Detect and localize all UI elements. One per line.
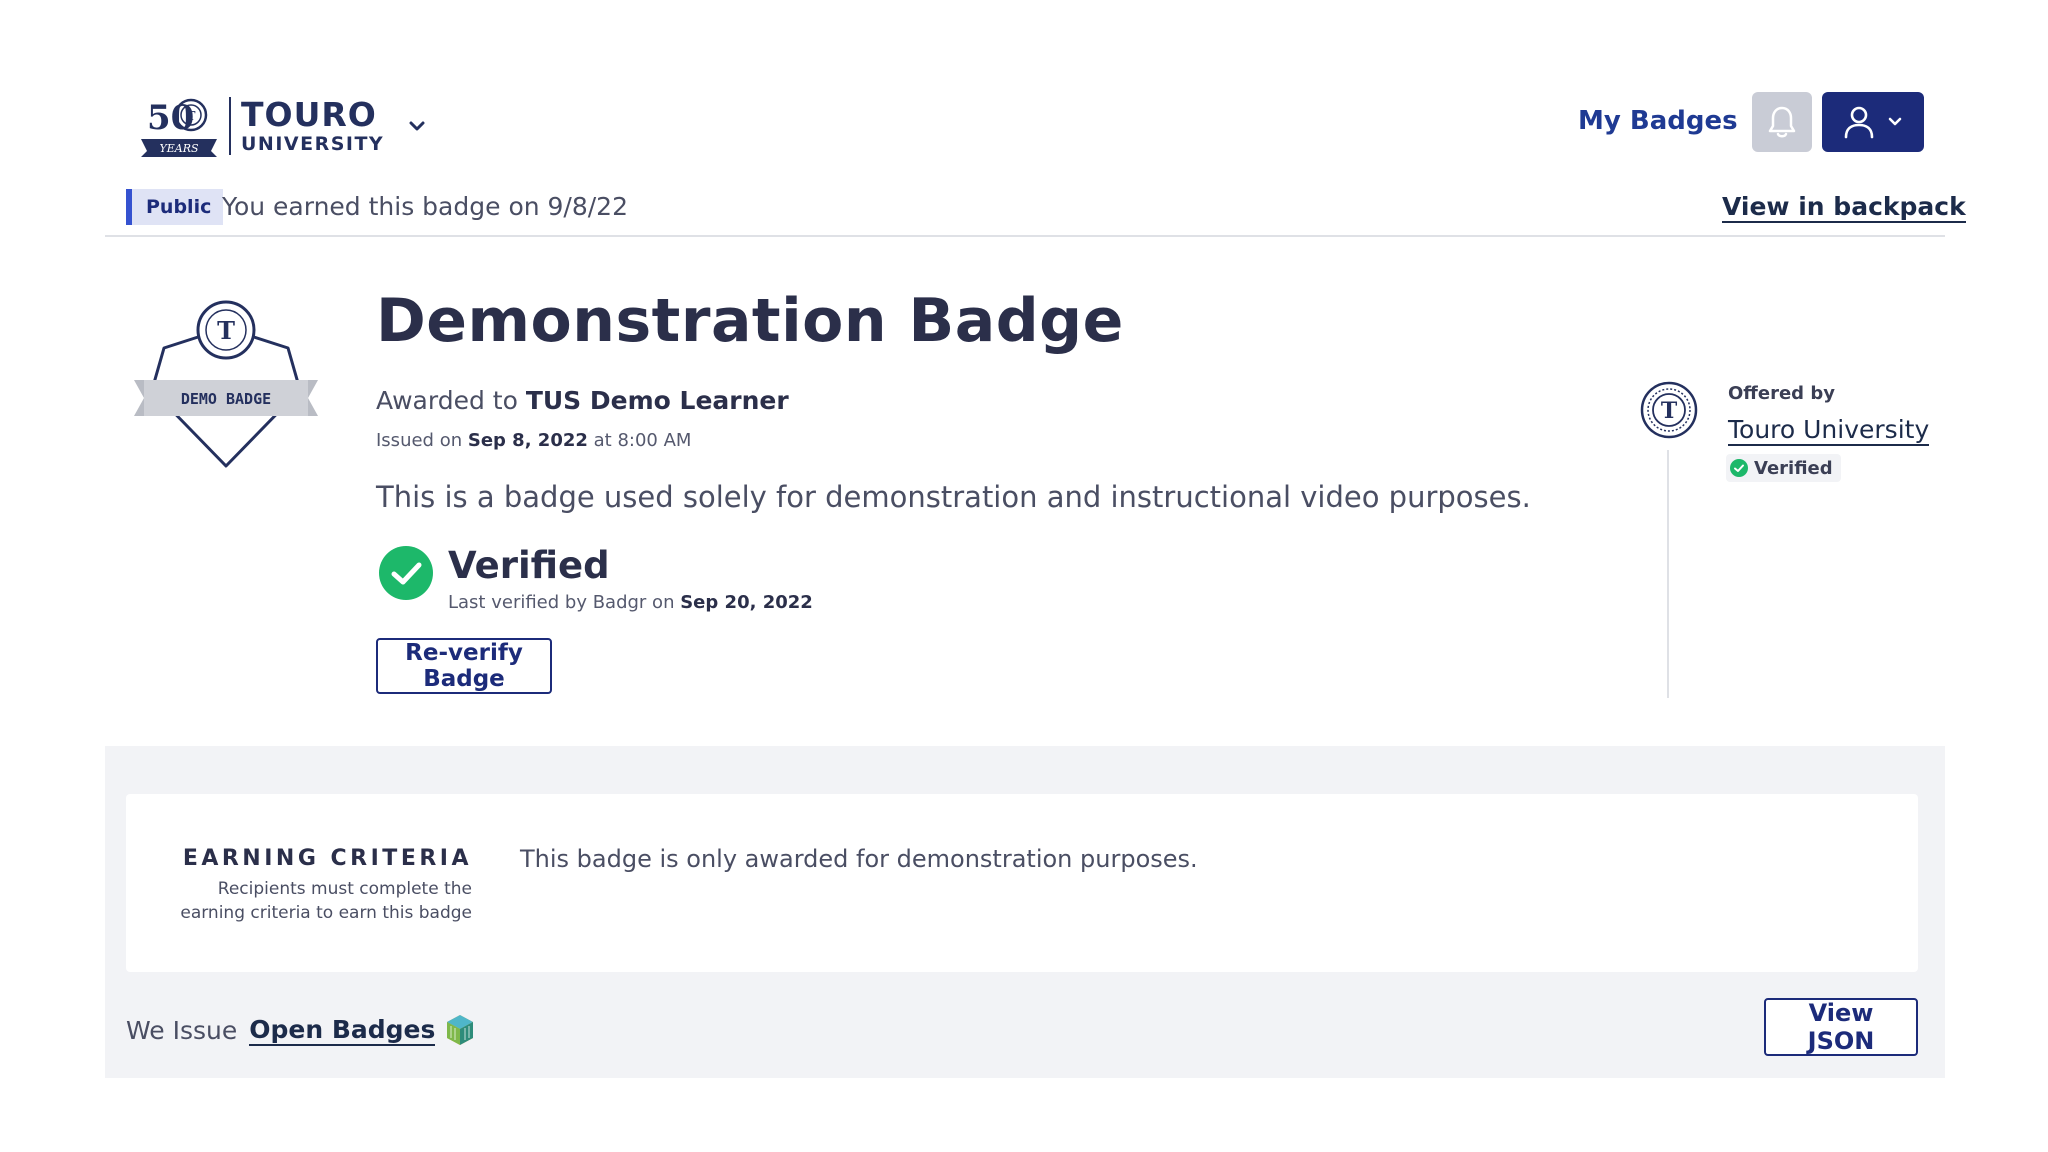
issuer-logo: T <box>1640 381 1698 439</box>
logo-name: TOURO <box>241 95 377 134</box>
issuer-divider <box>1667 450 1669 698</box>
svg-text:T: T <box>217 316 235 345</box>
nav-my-badges[interactable]: My Badges <box>1578 106 1738 136</box>
recipient-name: TUS Demo Learner <box>525 386 789 415</box>
issued-on: Issued on Sep 8, 2022 at 8:00 AM <box>376 430 691 451</box>
last-verified-date: Sep 20, 2022 <box>680 592 813 613</box>
logo-sub: UNIVERSITY <box>241 133 385 155</box>
criteria-help-text: Recipients must complete the earning cri… <box>180 879 472 923</box>
badge-title: Demonstration Badge <box>376 286 1124 356</box>
we-issue-footer: We Issue Open Badges <box>126 1013 477 1047</box>
issued-time: at 8:00 AM <box>593 430 692 451</box>
chevron-down-icon[interactable] <box>408 120 426 132</box>
awarded-to: Awarded to TUS Demo Learner <box>376 386 789 415</box>
touro-logo-emblem: 50 T YEARS <box>141 98 217 157</box>
open-badges-link[interactable]: Open Badges <box>249 1015 436 1046</box>
issuer-verified-label: Verified <box>1754 457 1833 479</box>
badge-description: This is a badge used solely for demonstr… <box>376 480 1531 514</box>
issuer-verified-badge: Verified <box>1726 454 1841 482</box>
criteria-text: This badge is only awarded for demonstra… <box>520 845 1198 873</box>
verified-status: Verified <box>448 544 610 587</box>
user-icon <box>1844 106 1874 139</box>
earned-date-text: You earned this badge on 9/8/22 <box>222 192 628 221</box>
issued-date: Sep 8, 2022 <box>467 430 588 451</box>
header-divider <box>105 235 1945 237</box>
we-issue-label: We Issue <box>126 1015 238 1045</box>
notifications-button[interactable] <box>1752 92 1812 152</box>
check-circle-icon <box>1730 459 1748 477</box>
logo-wordmark: TOURO UNIVERSITY <box>241 98 384 154</box>
logo-years-word: YEARS <box>159 142 199 155</box>
touro-logo[interactable]: 50 T YEARS TOURO UNIVERSITY <box>137 88 427 164</box>
criteria-heading: EARNING CRITERIA <box>182 846 472 871</box>
view-json-button[interactable]: View JSON <box>1764 998 1918 1056</box>
last-verified-prefix: Last verified by Badgr on <box>448 592 675 613</box>
open-badges-icon <box>447 1015 474 1045</box>
badge-image: DEMO BADGE T <box>134 300 318 468</box>
view-in-backpack-link[interactable]: View in backpack <box>1722 192 1966 223</box>
visibility-badge: Public <box>126 189 224 225</box>
last-verified: Last verified by Badgr on Sep 20, 2022 <box>448 592 813 613</box>
bell-icon <box>1768 106 1796 138</box>
logo-divider <box>229 97 231 155</box>
offered-by-label: Offered by <box>1728 383 1835 404</box>
chevron-down-icon <box>1888 117 1902 126</box>
svg-text:T: T <box>1661 398 1678 424</box>
issued-prefix: Issued on <box>376 430 463 451</box>
svg-text:T: T <box>187 109 196 123</box>
check-circle-icon <box>379 546 433 600</box>
user-menu-button[interactable] <box>1822 92 1924 152</box>
awarded-prefix: Awarded to <box>376 386 518 415</box>
issuer-name-link[interactable]: Touro University <box>1728 415 1930 446</box>
badge-image-label: DEMO BADGE <box>181 390 271 408</box>
reverify-badge-button[interactable]: Re-verify Badge <box>376 638 552 694</box>
